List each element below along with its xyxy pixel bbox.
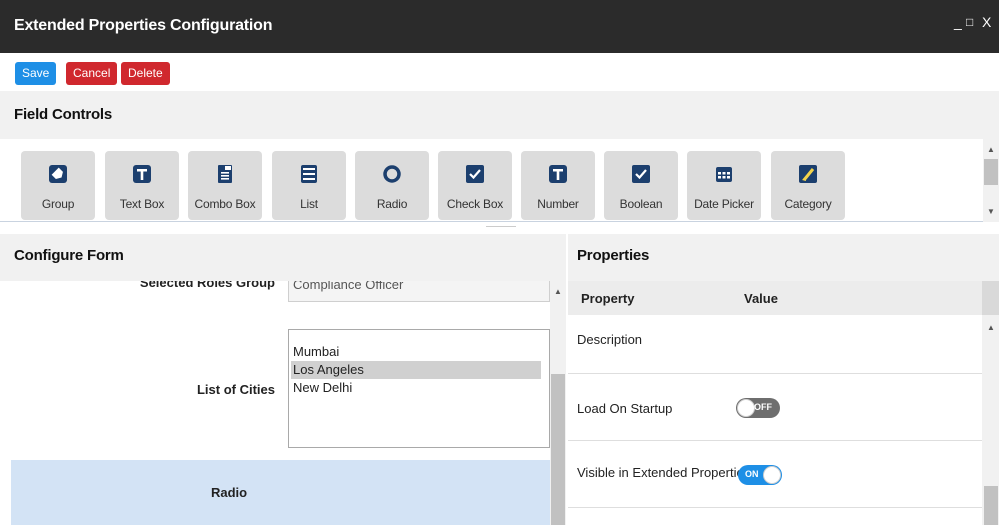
minimize-icon[interactable]: _: [954, 14, 962, 30]
toggle-state: ON: [745, 469, 759, 479]
field-control-label: Boolean: [619, 197, 663, 211]
properties-title: Properties: [577, 247, 650, 264]
list-of-cities-label: List of Cities: [196, 382, 275, 397]
splitter-handle[interactable]: [486, 226, 516, 227]
field-control-radio[interactable]: Radio: [355, 151, 429, 220]
property-row-visible-in-extended-properties[interactable]: Visible in Extended Properties ON: [568, 441, 982, 508]
toggle-state: OFF: [754, 402, 772, 412]
toggle-knob: [763, 466, 781, 484]
properties-scrollbar[interactable]: ▲: [982, 281, 999, 525]
properties-header: Properties: [568, 234, 999, 281]
field-control-label: Date Picker: [694, 197, 754, 211]
scrollbar-thumb[interactable]: [984, 486, 998, 525]
field-control-number[interactable]: Number: [521, 151, 595, 220]
toggle-knob: [737, 399, 755, 417]
properties-column-header: Property Value: [568, 281, 982, 315]
field-control-label: List: [300, 197, 318, 211]
field-control-boolean[interactable]: Boolean: [604, 151, 678, 220]
radio-label: Radio: [211, 485, 248, 500]
boolean-icon: [632, 165, 650, 183]
list-item[interactable]: New Delhi: [291, 379, 541, 397]
field-control-label: Combo Box: [194, 197, 256, 211]
toolbar: Save Cancel Delete: [0, 53, 999, 91]
configure-form-body: Selected Roles Group Compliance Officer …: [0, 281, 566, 525]
field-control-label: Number: [537, 197, 579, 211]
load-on-startup-toggle[interactable]: OFF: [736, 398, 780, 418]
close-icon[interactable]: X: [982, 14, 991, 30]
maximize-icon[interactable]: □: [966, 15, 973, 29]
text-box-icon: [133, 165, 151, 183]
field-control-date-picker[interactable]: Date Picker: [687, 151, 761, 220]
selected-roles-group-value: Compliance Officer: [293, 281, 404, 292]
field-control-text-box[interactable]: Text Box: [105, 151, 179, 220]
list-icon: [301, 165, 317, 183]
field-controls-title: Field Controls: [14, 106, 113, 123]
window-title: Extended Properties Configuration: [14, 17, 273, 34]
configure-form-scrollbar[interactable]: ▲: [550, 281, 566, 525]
selected-roles-group-field[interactable]: Compliance Officer: [288, 281, 550, 302]
scrollbar-header-cap: [982, 281, 999, 315]
cancel-button[interactable]: Cancel: [66, 62, 118, 85]
property-name: Visible in Extended Properties: [577, 465, 751, 480]
checkbox-icon: [466, 165, 484, 183]
visible-in-extended-properties-toggle[interactable]: ON: [738, 465, 782, 485]
radio-icon: [383, 165, 401, 183]
configure-form-header: Configure Form: [0, 234, 566, 281]
tag-icon: [49, 165, 67, 183]
scroll-down-icon[interactable]: ▼: [987, 207, 995, 216]
save-button[interactable]: Save: [15, 62, 57, 85]
field-control-label: Radio: [376, 197, 408, 211]
field-control-combo-box[interactable]: Combo Box: [188, 151, 262, 220]
list-item[interactable]: Mumbai: [291, 343, 541, 361]
scrollbar-thumb[interactable]: [551, 374, 565, 525]
number-icon: [549, 165, 567, 183]
field-control-label: Text Box: [119, 197, 165, 211]
cities-listbox[interactable]: Mumbai Los Angeles New Delhi: [288, 329, 550, 448]
properties-body: Property Value Description Load On Start…: [568, 281, 999, 525]
property-name: Description: [577, 332, 643, 347]
property-column-label: Property: [581, 291, 635, 306]
category-icon: [799, 165, 817, 183]
field-control-category[interactable]: Category: [771, 151, 845, 220]
list-item-selected[interactable]: Los Angeles: [291, 361, 541, 379]
field-control-label: Category: [784, 197, 832, 211]
field-control-check-box[interactable]: Check Box: [438, 151, 512, 220]
field-controls-palette: Group Text Box Combo Box List Radio Chec…: [0, 139, 983, 222]
field-controls-scrollbar[interactable]: ▲ ▼: [983, 139, 999, 222]
field-control-group[interactable]: Group: [21, 151, 95, 220]
delete-button[interactable]: Delete: [121, 62, 170, 85]
scroll-up-icon[interactable]: ▲: [554, 287, 562, 296]
scroll-up-icon[interactable]: ▲: [987, 323, 995, 332]
value-column-label: Value: [744, 291, 778, 306]
calendar-icon: [716, 167, 732, 182]
configure-form-title: Configure Form: [14, 247, 124, 264]
field-control-label: Group: [41, 197, 75, 211]
scrollbar-thumb[interactable]: [984, 159, 998, 185]
property-name: Load On Startup: [577, 401, 673, 416]
radio-field-row[interactable]: Radio: [11, 460, 551, 525]
scroll-up-icon[interactable]: ▲: [987, 145, 995, 154]
property-row-load-on-startup[interactable]: Load On Startup OFF: [568, 374, 982, 441]
combo-box-icon: [218, 165, 232, 183]
field-control-label: Check Box: [446, 197, 504, 211]
field-controls-header: Field Controls: [0, 91, 999, 139]
title-bar: Extended Properties Configuration _ □ X: [0, 0, 999, 53]
field-control-list[interactable]: List: [272, 151, 346, 220]
selected-roles-group-label: Selected Roles Group: [139, 281, 275, 290]
property-row-description[interactable]: Description: [568, 315, 982, 374]
